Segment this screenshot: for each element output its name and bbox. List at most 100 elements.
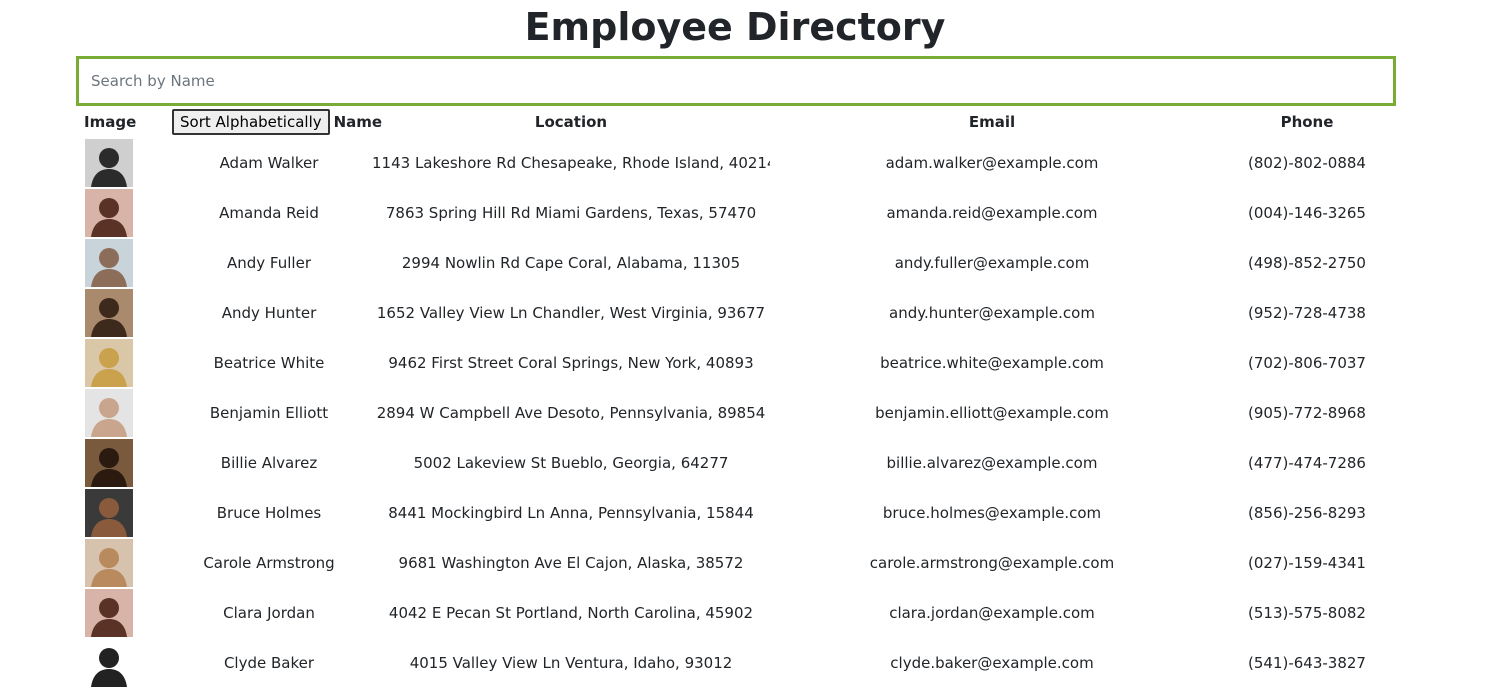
employee-name: Andy Hunter <box>221 304 317 322</box>
employee-location: 8441 Mockingbird Ln Anna, Pennsylvania, … <box>388 504 754 522</box>
employee-email: carole.armstrong@example.com <box>869 554 1115 572</box>
avatar-photo-icon <box>85 239 133 287</box>
table-row: Clara Jordan 4042 E Pecan St Portland, No… <box>84 588 1400 638</box>
image-cell <box>84 488 174 538</box>
avatar-photo-icon <box>85 139 133 187</box>
employee-name: Carole Armstrong <box>203 554 335 572</box>
avatar-photo-icon <box>85 639 133 687</box>
table-row: Amanda Reid 7863 Spring Hill Rd Miami Gar… <box>84 188 1400 238</box>
table-row: Andy Fuller 2994 Nowlin Rd Cape Coral, Al… <box>84 238 1400 288</box>
table-row: Andy Hunter 1652 Valley View Ln Chandler,… <box>84 288 1400 338</box>
avatar-photo-icon <box>85 339 133 387</box>
avatar <box>85 289 133 337</box>
avatar <box>85 389 133 437</box>
avatar-photo-icon <box>85 389 133 437</box>
employee-email: bruce.holmes@example.com <box>882 504 1102 522</box>
table-row: Adam Walker 1143 Lakeshore Rd Chesapeake,… <box>84 138 1400 188</box>
avatar <box>85 589 133 637</box>
employee-location: 1652 Valley View Ln Chandler, West Virgi… <box>376 304 766 322</box>
table-row: Bruce Holmes 8441 Mockingbird Ln Anna, Pe… <box>84 488 1400 538</box>
employee-name: Benjamin Elliott <box>209 404 329 422</box>
employee-name: Billie Alvarez <box>220 454 318 472</box>
header-row: Image Sort Alphabetically Name Location E… <box>84 106 1400 138</box>
header-phone: Phone <box>1280 113 1334 131</box>
search-input[interactable] <box>79 59 1393 103</box>
employee-location: 1143 Lakeshore Rd Chesapeake, Rhode Isla… <box>372 154 770 172</box>
employee-email: adam.walker@example.com <box>885 154 1099 172</box>
employee-phone: (498)-852-2750 <box>1248 254 1366 272</box>
employee-email: andy.fuller@example.com <box>894 254 1090 272</box>
employee-email: benjamin.elliott@example.com <box>875 404 1109 422</box>
employee-name: Amanda Reid <box>219 204 319 222</box>
table-row: Beatrice White 9462 First Street Coral Sp… <box>84 338 1400 388</box>
avatar <box>85 139 133 187</box>
image-cell <box>84 538 174 588</box>
avatar <box>85 639 133 687</box>
table-row: Carole Armstrong 9681 Washington Ave El C… <box>84 538 1400 588</box>
image-cell <box>84 638 174 688</box>
table-header: Image Sort Alphabetically Name Location E… <box>84 106 1400 138</box>
header-name: Name <box>333 113 383 131</box>
avatar <box>85 339 133 387</box>
employee-location: 2994 Nowlin Rd Cape Coral, Alabama, 1130… <box>401 254 741 272</box>
employee-location: 9462 First Street Coral Springs, New Yor… <box>388 354 754 372</box>
avatar <box>85 239 133 287</box>
avatar-photo-icon <box>85 439 133 487</box>
employee-phone: (952)-728-4738 <box>1248 304 1366 322</box>
employee-phone: (513)-575-8082 <box>1248 604 1366 622</box>
employee-phone: (477)-474-7286 <box>1248 454 1366 472</box>
employee-name: Beatrice White <box>213 354 325 372</box>
employee-email: billie.alvarez@example.com <box>886 454 1098 472</box>
employee-phone: (905)-772-8968 <box>1248 404 1366 422</box>
image-cell <box>84 588 174 638</box>
employee-location: 4042 E Pecan St Portland, North Carolina… <box>388 604 754 622</box>
avatar <box>85 189 133 237</box>
image-cell <box>84 238 174 288</box>
image-cell <box>84 288 174 338</box>
avatar <box>85 489 133 537</box>
employee-location: 5002 Lakeview St Bueblo, Georgia, 64277 <box>413 454 729 472</box>
avatar-photo-icon <box>85 539 133 587</box>
avatar-photo-icon <box>85 489 133 537</box>
avatar-photo-icon <box>85 589 133 637</box>
employee-phone: (702)-806-7037 <box>1248 354 1366 372</box>
avatar <box>85 439 133 487</box>
table-row: Clyde Baker 4015 Valley View Ln Ventura, … <box>84 638 1400 688</box>
image-cell <box>84 188 174 238</box>
employee-table: Image Sort Alphabetically Name Location E… <box>84 106 1400 688</box>
employee-name: Clyde Baker <box>223 654 315 672</box>
table-row: Billie Alvarez 5002 Lakeview St Bueblo, G… <box>84 438 1400 488</box>
image-cell <box>84 388 174 438</box>
employee-phone: (004)-146-3265 <box>1248 204 1366 222</box>
header-email: Email <box>968 113 1016 131</box>
employee-location: 4015 Valley View Ln Ventura, Idaho, 9301… <box>409 654 733 672</box>
avatar <box>85 539 133 587</box>
employee-email: clyde.baker@example.com <box>890 654 1094 672</box>
page-title: Employee Directory <box>524 5 946 49</box>
image-cell <box>84 438 174 488</box>
employee-location: 2894 W Campbell Ave Desoto, Pennsylvania… <box>376 404 766 422</box>
employee-name: Adam Walker <box>219 154 319 172</box>
employee-email: beatrice.white@example.com <box>880 354 1104 372</box>
avatar-photo-icon <box>85 289 133 337</box>
employee-phone: (802)-802-0884 <box>1248 154 1366 172</box>
employee-email: andy.hunter@example.com <box>889 304 1095 322</box>
employee-name: Bruce Holmes <box>216 504 322 522</box>
table-body: Adam Walker 1143 Lakeshore Rd Chesapeake,… <box>84 138 1400 688</box>
search-box <box>76 56 1396 106</box>
avatar-photo-icon <box>85 189 133 237</box>
employee-name: Clara Jordan <box>223 604 315 622</box>
table-row: Benjamin Elliott 2894 W Campbell Ave Deso… <box>84 388 1400 438</box>
sort-alphabetically-button[interactable]: Sort Alphabetically <box>172 109 330 135</box>
employee-phone: (856)-256-8293 <box>1248 504 1366 522</box>
employee-location: 9681 Washington Ave El Cajon, Alaska, 38… <box>398 554 744 572</box>
header-location: Location <box>534 113 608 131</box>
header-name-cell: Sort Alphabetically Name <box>172 106 382 138</box>
employee-email: amanda.reid@example.com <box>886 204 1098 222</box>
image-cell <box>84 338 174 388</box>
employee-email: clara.jordan@example.com <box>889 604 1095 622</box>
employee-phone: (541)-643-3827 <box>1248 654 1366 672</box>
employee-phone: (027)-159-4341 <box>1248 554 1366 572</box>
header-image: Image <box>84 113 137 131</box>
employee-name: Andy Fuller <box>227 254 311 272</box>
